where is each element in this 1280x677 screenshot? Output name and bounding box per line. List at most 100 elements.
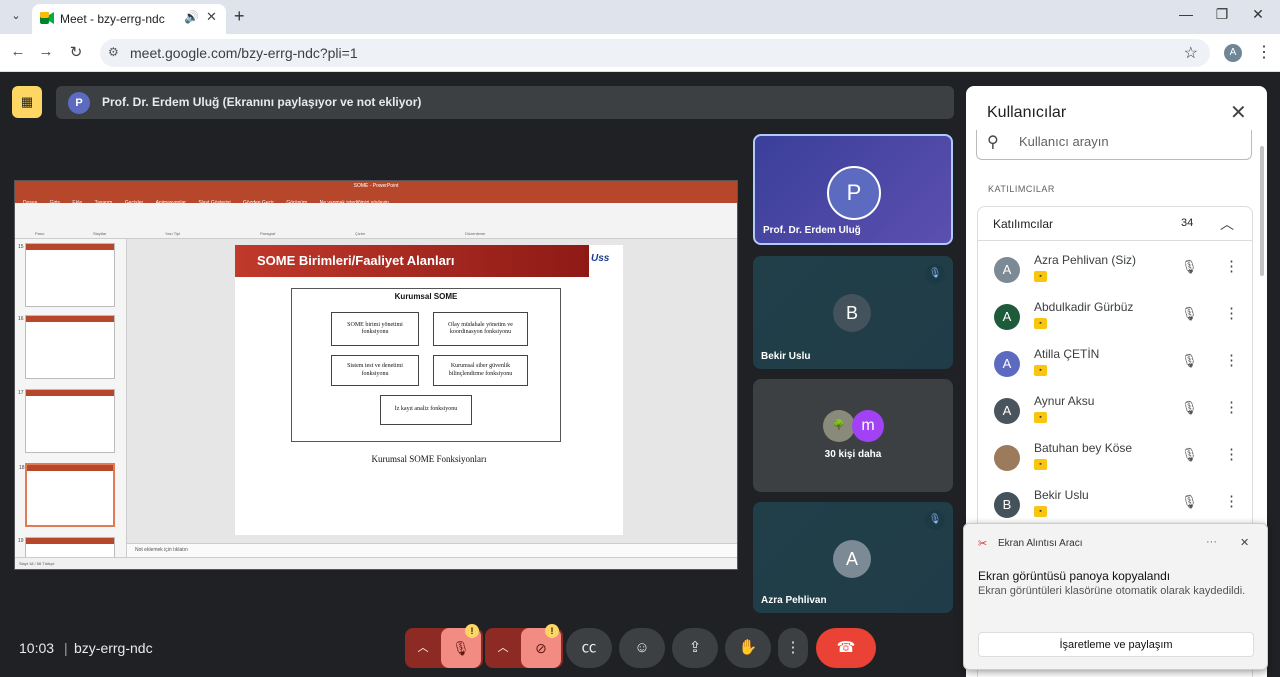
- more-options-icon[interactable]: ···: [1206, 536, 1217, 548]
- powerpoint-ribbon: Pano Slaytlar Yazı Tipi Paragraf Çizim D…: [15, 203, 737, 239]
- minimize-icon[interactable]: —: [1176, 6, 1196, 22]
- panel-title: Kullanıcılar: [987, 104, 1067, 121]
- mic-off-icon[interactable]: 🎙: [1181, 400, 1198, 416]
- mic-off-icon[interactable]: 🎙: [1181, 259, 1198, 275]
- notes-area: Not eklemek için tıklatın: [127, 543, 737, 557]
- participant-list-header[interactable]: Katılımcılar 34 ︿: [978, 207, 1252, 241]
- ribbon-group-label: Yazı Tipi: [165, 231, 181, 236]
- markup-share-button[interactable]: İşaretleme ve paylaşım: [978, 632, 1254, 657]
- more-options-icon[interactable]: ⋮: [1224, 257, 1239, 275]
- more-options-icon[interactable]: ⋮: [1224, 492, 1239, 510]
- tile-avatar: A: [833, 540, 871, 578]
- participant-search-input[interactable]: ⚲ Kullanıcı arayın: [976, 130, 1252, 160]
- org-box: Kurumsal siber güvenlik bilinçlendirme f…: [433, 355, 528, 386]
- bookmark-star-icon[interactable]: ☆: [1184, 43, 1198, 63]
- participant-name: Azra Pehlivan (Siz): [1034, 253, 1137, 267]
- maximize-icon[interactable]: ❐: [1212, 6, 1232, 23]
- camera-options-chevron-icon[interactable]: ︿: [485, 628, 521, 668]
- org-chart: Kurumsal SOME SOME birimi yönetimi fonks…: [291, 288, 561, 442]
- powerpoint-status-bar: Slayt 18 / 56 Türkçe: [15, 557, 737, 569]
- chevron-up-icon[interactable]: ︿: [1220, 214, 1234, 234]
- slide-title: SOME Birimleri/Faaliyet Alanları: [257, 253, 455, 268]
- list-label: Katılımcılar: [993, 217, 1054, 231]
- tile-name: Bekir Uslu: [761, 351, 811, 362]
- raise-hand-button[interactable]: ✋: [725, 628, 771, 668]
- more-options-icon[interactable]: ⋮: [1224, 398, 1239, 416]
- panel-scrollbar[interactable]: [1260, 146, 1264, 276]
- presenter-status-text: Prof. Dr. Erdem Uluğ (Ekranını paylaşıyo…: [102, 95, 422, 109]
- tile-name: Azra Pehlivan: [761, 595, 827, 606]
- presenting-badge-icon: ▪: [1034, 412, 1047, 423]
- toast-app-name: Ekran Alıntısı Aracı: [998, 538, 1083, 549]
- presenter-avatar: P: [68, 92, 90, 114]
- more-options-button[interactable]: ⋮: [778, 628, 808, 668]
- presentation-icon[interactable]: ▦: [12, 86, 42, 118]
- more-options-icon[interactable]: ⋮: [1224, 445, 1239, 463]
- mic-off-icon[interactable]: 🎙: [1181, 494, 1198, 510]
- presenting-badge-icon: ▪: [1034, 318, 1047, 329]
- participant-name: Batuhan bey Köse: [1034, 441, 1133, 455]
- tile-avatar: m: [852, 410, 884, 442]
- participant-row[interactable]: A Abdulkadir Gürbüz ▪ 🎙 ⋮: [978, 294, 1252, 340]
- powerpoint-menu: Dosya Giriş Ekle Tasarım Geçişler Animas…: [15, 191, 737, 206]
- group-photo-icon: 🌳: [823, 410, 855, 442]
- reload-icon[interactable]: ↻: [66, 43, 86, 61]
- close-tab-icon[interactable]: ✕: [206, 9, 217, 25]
- thumb-number: 18: [19, 465, 25, 471]
- slide-thumbnail: 19: [18, 537, 115, 557]
- tab-search-icon[interactable]: ⌄: [6, 6, 26, 26]
- more-options-icon[interactable]: ⋮: [1224, 351, 1239, 369]
- tile-participant[interactable]: 🎙 B Bekir Uslu: [753, 256, 953, 369]
- browser-tab[interactable]: Meet - bzy-errg-ndc 🔊 ✕: [32, 4, 226, 34]
- participant-count: 34: [1181, 217, 1194, 229]
- org-box: SOME birimi yönetimi fonksiyonu: [331, 312, 419, 346]
- slide-thumbnail: 15: [18, 243, 115, 307]
- snipping-tool-notification[interactable]: ✂ Ekran Alıntısı Aracı ··· ✕ Ekran görün…: [963, 523, 1268, 670]
- participant-row[interactable]: A Azra Pehlivan (Siz) ▪ 🎙 ⋮: [978, 247, 1252, 293]
- browser-menu-icon[interactable]: ⋮: [1256, 42, 1272, 62]
- tile-presenter[interactable]: P Prof. Dr. Erdem Uluğ: [753, 134, 953, 245]
- avatar: A: [994, 351, 1020, 377]
- captions-button[interactable]: ㏄: [566, 628, 612, 668]
- toast-heading: Ekran görüntüsü panoya kopyalandı: [978, 569, 1171, 583]
- ribbon-group-label: Pano: [35, 231, 45, 236]
- participant-row[interactable]: Batuhan bey Köse ▪ 🎙 ⋮: [978, 435, 1252, 481]
- tile-more-label: 30 kişi daha: [824, 449, 882, 460]
- ribbon-group-label: Paragraf: [260, 231, 276, 236]
- avatar: A: [994, 304, 1020, 330]
- present-screen-button[interactable]: ⇪: [672, 628, 718, 668]
- tile-avatar: B: [833, 294, 871, 332]
- mic-off-icon: 🎙: [925, 510, 945, 530]
- warning-icon: !: [465, 624, 479, 638]
- window-close-icon[interactable]: ✕: [1248, 6, 1268, 23]
- profile-avatar[interactable]: A: [1224, 44, 1242, 62]
- site-info-icon[interactable]: ⚙: [108, 45, 119, 59]
- close-panel-icon[interactable]: ✕: [1230, 100, 1247, 125]
- speaker-icon[interactable]: 🔊: [184, 10, 199, 24]
- back-icon[interactable]: ←: [8, 43, 28, 60]
- meeting-time: 10:03: [19, 640, 55, 656]
- mic-off-icon[interactable]: 🎙: [1181, 447, 1198, 463]
- slide-thumbnail: 16: [18, 315, 115, 379]
- url-field[interactable]: ⚙ meet.google.com/bzy-errg-ndc?pli=1 ☆: [100, 39, 1210, 67]
- participant-row[interactable]: A Atilla ÇETİN ▪ 🎙 ⋮: [978, 341, 1252, 387]
- snipping-tool-icon: ✂: [978, 538, 988, 550]
- new-tab-button[interactable]: +: [234, 6, 245, 26]
- participant-row[interactable]: A Aynur Aksu ▪ 🎙 ⋮: [978, 388, 1252, 434]
- mic-off-icon[interactable]: 🎙: [1181, 306, 1198, 322]
- warning-icon: !: [545, 624, 559, 638]
- url-text[interactable]: meet.google.com/bzy-errg-ndc?pli=1: [130, 45, 358, 61]
- avatar: A: [994, 398, 1020, 424]
- tile-avatar: P: [827, 166, 881, 220]
- slide-caption: Kurumsal SOME Fonksiyonları: [371, 454, 487, 464]
- tile-more-participants[interactable]: 🌳 m 30 kişi daha: [753, 379, 953, 492]
- leave-call-button[interactable]: ☎: [816, 628, 876, 668]
- forward-icon[interactable]: →: [36, 43, 56, 60]
- more-options-icon[interactable]: ⋮: [1224, 304, 1239, 322]
- mic-off-icon[interactable]: 🎙: [1181, 353, 1198, 369]
- tile-self[interactable]: 🎙 A Azra Pehlivan: [753, 502, 953, 613]
- close-icon[interactable]: ✕: [1240, 536, 1249, 549]
- emoji-reaction-button[interactable]: ☺: [619, 628, 665, 668]
- mic-options-chevron-icon[interactable]: ︿: [405, 628, 441, 668]
- participant-row[interactable]: B Bekir Uslu ▪ 🎙 ⋮: [978, 482, 1252, 528]
